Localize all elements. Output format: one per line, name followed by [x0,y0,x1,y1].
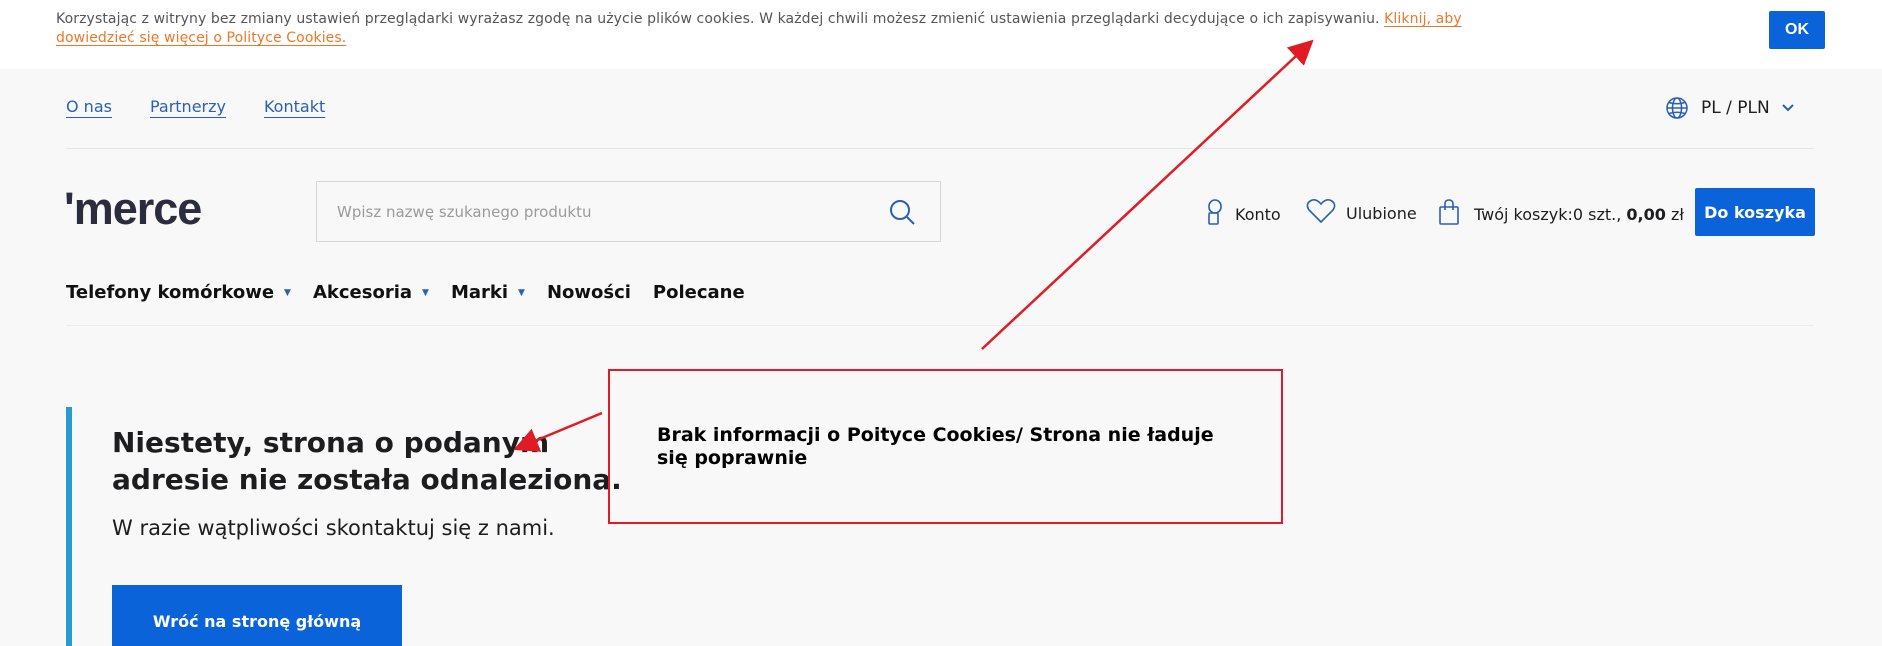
cart-text: Twój koszyk:0 szt., 0,00 zł [1474,205,1684,224]
site-logo[interactable]: 'merce [64,182,202,236]
nav-item-label: Marki [450,282,509,303]
cart-prefix: Twój koszyk: [1474,204,1573,224]
account-link[interactable]: Konto [1205,198,1281,230]
cart-count: 0 szt., [1572,204,1622,224]
go-to-cart-button[interactable]: Do koszyka [1695,188,1815,236]
cookie-message: Korzystając z witryny bez zmiany ustawie… [56,10,1466,48]
search-box [316,181,941,242]
cart-total: 0,00 [1626,204,1666,224]
back-home-button[interactable]: Wróć na stronę główną [112,585,402,646]
search-icon[interactable] [888,198,918,228]
cart-summary[interactable]: Twój koszyk:0 szt., 0,00 zł [1438,198,1684,230]
cart-currency: zł [1671,204,1684,224]
nav-item-accessories[interactable]: Akcesoria ▼ [313,282,429,303]
cookie-message-text: Korzystając z witryny bez zmiany ustawie… [56,11,1385,27]
chevron-down-icon [1781,104,1794,112]
language-selector[interactable]: PL / PLN [1665,96,1794,120]
annotation-text: Brak informacji o Poityce Cookies/ Stron… [657,424,1214,469]
error-accent-bar [66,407,72,646]
top-link-partners[interactable]: Partnerzy [150,97,226,116]
nav-item-recommended[interactable]: Polecane [653,282,745,303]
nav-item-label: Polecane [652,282,745,303]
caret-down-icon: ▼ [518,287,525,298]
top-link-contact[interactable]: Kontakt [264,97,325,116]
user-icon [1205,198,1225,230]
top-link-about[interactable]: O nas [66,97,112,116]
account-label: Konto [1235,204,1281,224]
annotation-arrow-cookie [981,39,1314,350]
nav-divider [66,325,1814,326]
nav-item-label: Nowości [546,282,631,303]
main-nav: Telefony komórkowe ▼ Akcesoria ▼ Marki ▼… [66,282,767,303]
cookie-bar: Korzystając z witryny bez zmiany ustawie… [0,0,1882,69]
nav-item-label: Telefony komórkowe [66,282,275,303]
nav-item-label: Akcesoria [312,282,413,303]
heart-icon [1306,198,1336,228]
globe-icon [1665,96,1689,120]
search-input[interactable] [317,182,877,241]
caret-down-icon: ▼ [422,287,429,298]
caret-down-icon: ▼ [284,287,291,298]
top-divider [66,148,1814,149]
shopping-bag-icon [1438,198,1460,230]
favorites-link[interactable]: Ulubione [1306,198,1417,228]
nav-item-brands[interactable]: Marki ▼ [451,282,525,303]
top-links: O nas Partnerzy Kontakt [66,97,363,116]
nav-item-phones[interactable]: Telefony komórkowe ▼ [66,282,291,303]
error-subtitle: W razie wątpliwości skontaktuj się z nam… [112,516,555,540]
cookie-ok-button[interactable]: OK [1769,11,1825,49]
error-title: Niestety, strona o podanym adresie nie z… [112,426,622,496]
favorites-label: Ulubione [1346,203,1417,223]
nav-item-new[interactable]: Nowości [547,282,631,303]
language-label: PL / PLN [1701,98,1770,118]
